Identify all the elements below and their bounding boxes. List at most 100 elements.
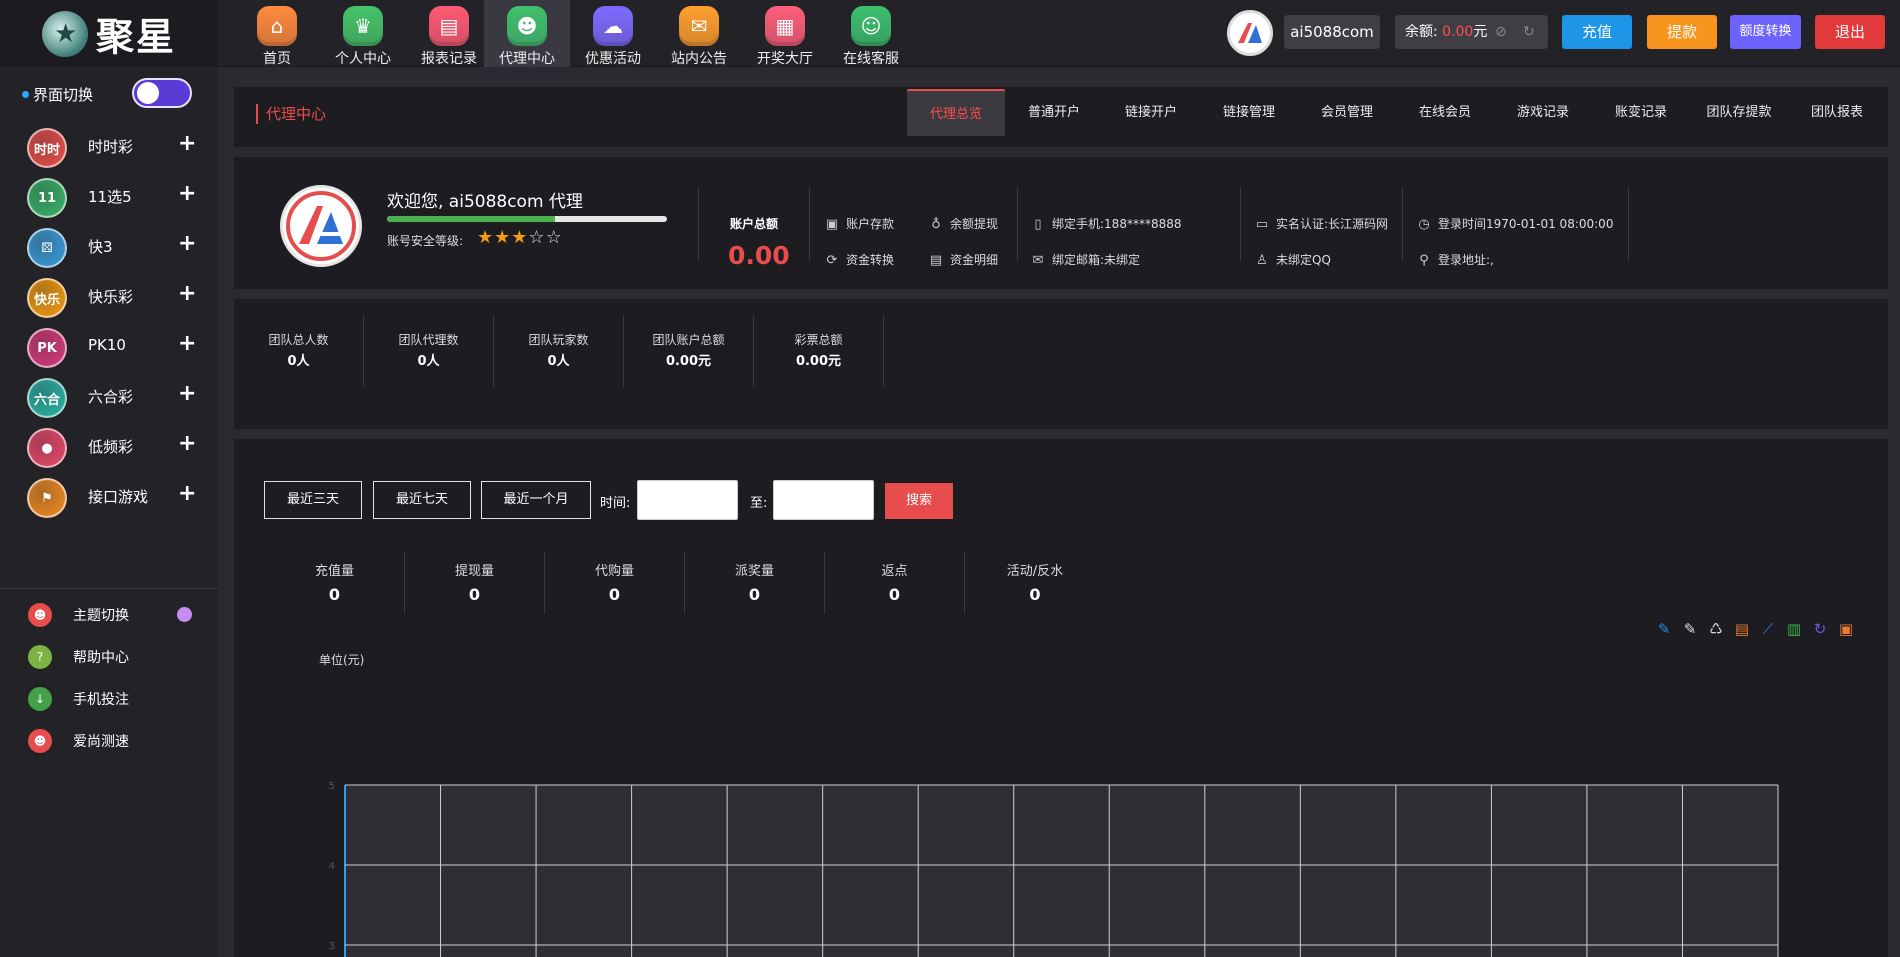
document-icon: ▤ xyxy=(929,253,943,268)
tab-item[interactable]: 账变记录 xyxy=(1593,89,1689,136)
sidebar-util-label: 主题切换 xyxy=(73,608,129,624)
expand-plus-icon[interactable]: + xyxy=(178,481,196,506)
sidebar-item-api-game[interactable]: ⚑ 接口游戏 + xyxy=(0,472,218,522)
ui-switch-label: 界面切换 xyxy=(33,86,94,104)
liuhecai-icon: 六合 xyxy=(27,378,67,418)
help-icon: ? xyxy=(28,645,52,669)
grid-icon: ▦ xyxy=(765,6,805,46)
expand-plus-icon[interactable]: + xyxy=(178,131,196,156)
sidebar-item-label: 时时彩 xyxy=(88,138,134,156)
withdraw-link[interactable]: ♁ 余额提现 xyxy=(928,215,998,232)
nav-item-report[interactable]: ▤ 报表记录 xyxy=(406,0,492,67)
mail-icon: ✉ xyxy=(679,6,719,46)
theme-color-dot[interactable] xyxy=(177,607,192,622)
team-stat-label: 彩票总额 xyxy=(794,333,843,347)
sidebar-item-label: 快3 xyxy=(88,238,113,256)
sidebar-item-shishicai[interactable]: 时时 时时彩 + xyxy=(0,122,218,172)
team-stat-label: 团队玩家数 xyxy=(528,333,589,347)
shishicai-icon: 时时 xyxy=(27,128,67,168)
team-stat-label: 团队账户总额 xyxy=(652,333,725,347)
ui-switch-toggle[interactable] xyxy=(132,78,192,108)
email-info: ✉ 绑定邮箱:未绑定 xyxy=(1030,251,1141,268)
qq-icon: ♙ xyxy=(1256,253,1268,268)
tab-item[interactable]: 团队存提款 xyxy=(1691,89,1787,136)
agent-icon: ☻ xyxy=(507,6,547,46)
team-stat: 团队总人数 0人 xyxy=(234,315,364,387)
report-icon: ▤ xyxy=(429,6,469,46)
account-total-value: 0.00 xyxy=(728,241,790,270)
nav-item-mail[interactable]: ✉ 站内公告 xyxy=(656,0,742,67)
sidebar-util-theme[interactable]: ☻ 主题切换 xyxy=(0,594,218,636)
star-icon: ☆ xyxy=(545,227,563,248)
nav-label: 开奖大厅 xyxy=(757,51,813,67)
nav-label: 首页 xyxy=(263,51,291,67)
withdraw-button[interactable]: 提款 xyxy=(1647,15,1717,49)
deposit-link[interactable]: ▣ 账户存款 xyxy=(824,215,894,232)
sidebar-item-kuailecai[interactable]: 快乐 快乐彩 + xyxy=(0,272,218,322)
sidebar-util-mobile[interactable]: ↓ 手机投注 xyxy=(0,678,218,720)
fund-detail-link[interactable]: ▤ 资金明细 xyxy=(928,251,998,268)
qq-info: ♙ 未绑定QQ xyxy=(1254,251,1331,268)
sidebar-item-liuhecai[interactable]: 六合 六合彩 + xyxy=(0,372,218,422)
tab-item[interactable]: 普通开户 xyxy=(1006,89,1102,136)
expand-plus-icon[interactable]: + xyxy=(178,231,196,256)
pk10-icon: PK xyxy=(27,328,67,368)
fund-transfer-link[interactable]: ⟳ 资金转换 xyxy=(824,251,894,268)
security-progress xyxy=(387,216,667,222)
sidebar-item-11x5[interactable]: 11 11选5 + xyxy=(0,172,218,222)
sidebar-util-help[interactable]: ? 帮助中心 xyxy=(0,636,218,678)
team-stat-value: 0.00元 xyxy=(665,354,712,369)
tab-item[interactable]: 会员管理 xyxy=(1299,89,1395,136)
expand-plus-icon[interactable]: + xyxy=(178,431,196,456)
expand-plus-icon[interactable]: + xyxy=(178,181,196,206)
nav-item-grid[interactable]: ▦ 开奖大厅 xyxy=(742,0,828,67)
nav-item-agent[interactable]: ☻ 代理中心 xyxy=(484,0,570,67)
nav-item-gift[interactable]: ☁ 优惠活动 xyxy=(570,0,656,67)
sidebar-item-dipincai[interactable]: ● 低频彩 + xyxy=(0,422,218,472)
tab-item[interactable]: 链接管理 xyxy=(1201,89,1297,136)
divider xyxy=(1017,187,1018,261)
id-card-icon: ▭ xyxy=(1255,217,1269,232)
expand-plus-icon[interactable]: + xyxy=(178,331,196,356)
transfer-button[interactable]: 额度转换 xyxy=(1730,15,1801,49)
sidebar-item-pk10[interactable]: PK PK10 + xyxy=(0,322,218,372)
logout-button[interactable]: 退出 xyxy=(1815,15,1885,49)
kuailecai-icon: 快乐 xyxy=(27,278,67,318)
top-bar: 聚星 ⌂ 首页 ♛ 个人中心 ▤ 报表记录 ☻ 代理中心 ☁ 优惠活动 ✉ 站内公告 ▦ 开奖大厅 ☺ 在线客… xyxy=(0,0,1900,67)
tab-item[interactable]: 团队报表 xyxy=(1789,89,1885,136)
hide-eye-icon[interactable]: ⊘ xyxy=(1495,15,1507,49)
team-stat-value: 0.00元 xyxy=(795,354,842,369)
star-icon: ☆ xyxy=(528,227,546,248)
balance-value: 0.00 xyxy=(1442,24,1474,40)
expand-plus-icon[interactable]: + xyxy=(178,281,196,306)
deposit-label: 账户存款 xyxy=(846,217,895,231)
brand-logo[interactable]: 聚星 xyxy=(0,0,218,67)
crown-icon: ♛ xyxy=(343,6,383,46)
transfer-icon: ⟳ xyxy=(826,253,838,268)
sidebar-item-k3[interactable]: ⚄ 快3 + xyxy=(0,222,218,272)
report-chart: 5 4 3 xyxy=(329,781,1779,957)
user-avatar[interactable] xyxy=(1227,10,1273,56)
nav-item-support[interactable]: ☺ 在线客服 xyxy=(828,0,914,67)
refresh-balance-icon[interactable]: ↻ xyxy=(1523,15,1535,49)
nav-item-crown[interactable]: ♛ 个人中心 xyxy=(320,0,406,67)
agent-logo-icon xyxy=(284,189,358,263)
tab-item[interactable]: 代理总览 xyxy=(907,89,1005,136)
fund-detail-label: 资金明细 xyxy=(950,253,999,267)
expand-plus-icon[interactable]: + xyxy=(178,381,196,406)
deposit-icon: ▣ xyxy=(825,217,839,232)
login-time-info: ◷ 登录时间1970-01-01 08:00:00 xyxy=(1416,215,1613,232)
mobile-icon: ↓ xyxy=(28,687,52,711)
nav-item-home[interactable]: ⌂ 首页 xyxy=(234,0,320,67)
recharge-button[interactable]: 充值 xyxy=(1562,15,1632,49)
phone-icon: ▯ xyxy=(1034,217,1042,232)
tab-item[interactable]: 链接开户 xyxy=(1103,89,1199,136)
report-panel: 最近三天 最近七天 最近一个月 时间: 至: 搜索 充值量 0 提现量 0 代购量 0 派奖量 0… xyxy=(234,439,1888,957)
tab-item[interactable]: 游戏记录 xyxy=(1495,89,1591,136)
sidebar-util-speed[interactable]: ☻ 爱尚测速 xyxy=(0,720,218,762)
team-stat-label: 团队总人数 xyxy=(268,333,329,347)
theme-icon: ☻ xyxy=(28,603,52,627)
tab-item[interactable]: 在线会员 xyxy=(1397,89,1493,136)
login-addr-text: 登录地址:, xyxy=(1438,253,1494,267)
chart-plot-area xyxy=(345,785,1778,957)
